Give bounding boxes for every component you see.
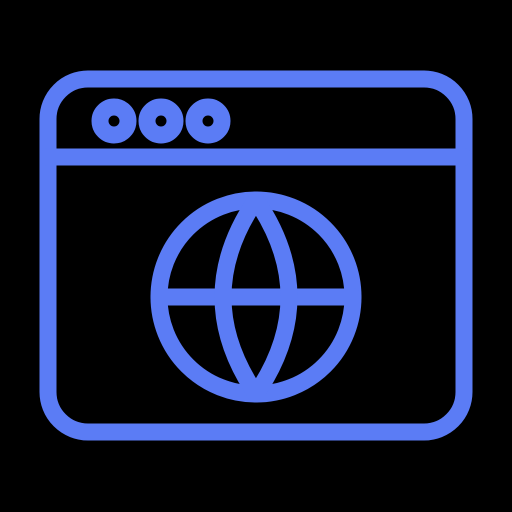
- window-controls: [91, 98, 231, 144]
- browser-window-globe-icon: [39, 70, 473, 441]
- icon-canvas: [0, 0, 512, 512]
- window-dot-icon: [138, 98, 184, 144]
- window-dot-icon: [91, 98, 137, 144]
- globe-icon: [150, 191, 362, 403]
- window-dot-icon: [185, 98, 231, 144]
